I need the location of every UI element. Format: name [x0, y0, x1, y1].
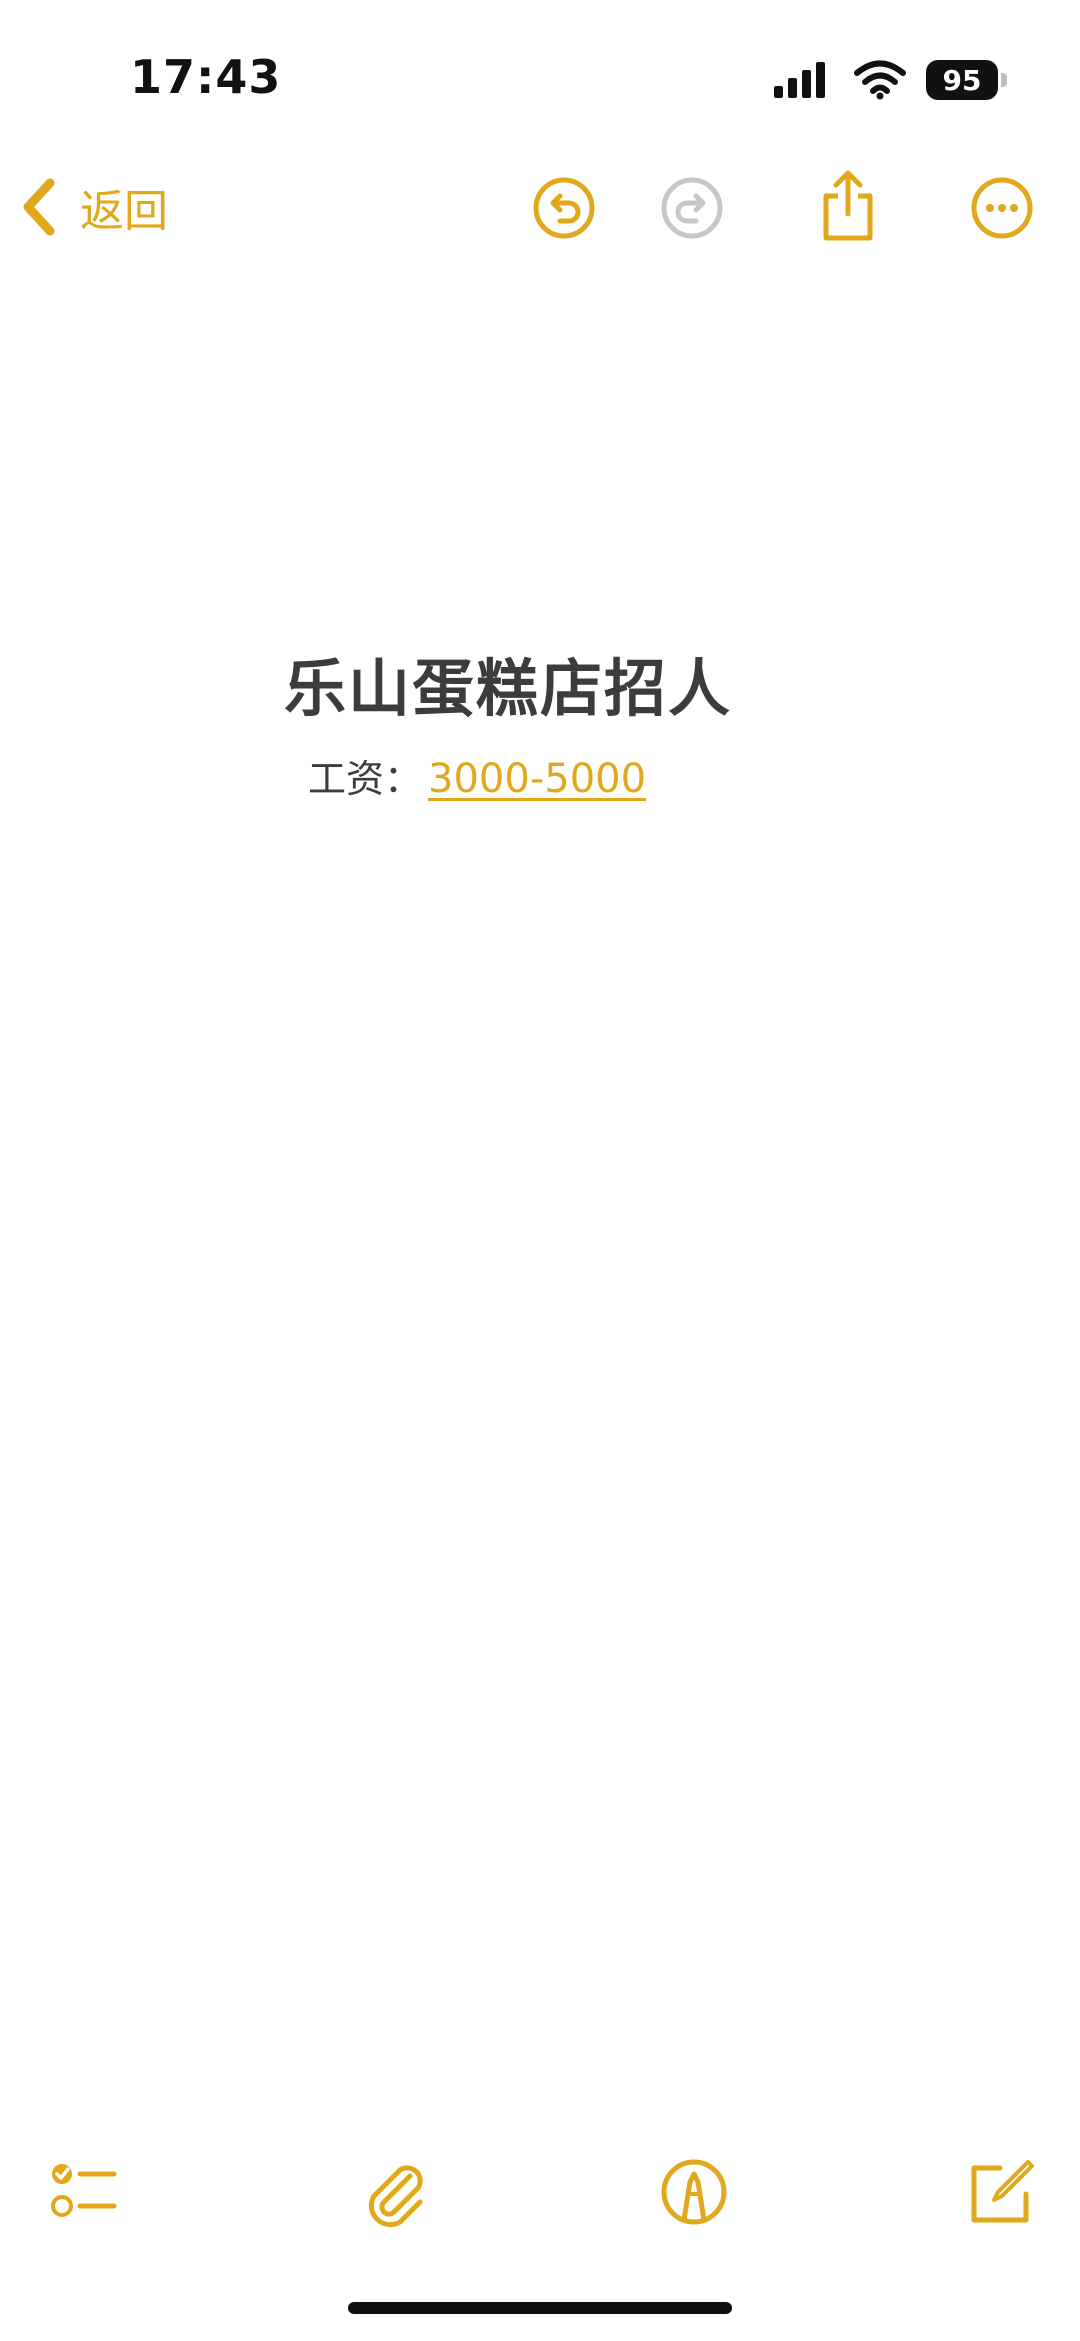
- redo-icon: [661, 177, 723, 239]
- battery-cap: [1001, 73, 1007, 87]
- compose-icon: [971, 2160, 1034, 2223]
- share-button[interactable]: [816, 168, 880, 242]
- battery-level: 95: [942, 63, 982, 97]
- back-label: 返回: [80, 186, 168, 237]
- signal-icon: [774, 62, 825, 98]
- compose-button[interactable]: [964, 2156, 1036, 2228]
- home-indicator[interactable]: [348, 2302, 732, 2314]
- share-icon: [823, 170, 873, 241]
- markup-button[interactable]: [658, 2156, 730, 2228]
- more-button[interactable]: [970, 176, 1034, 240]
- chevron-left-icon: [23, 178, 55, 236]
- salary-line[interactable]: 工资： 3000-5000: [308, 748, 646, 803]
- markup-icon: [661, 2159, 727, 2225]
- checklist-icon: [51, 2164, 117, 2217]
- paperclip-icon: [368, 2165, 423, 2228]
- more-icon: [971, 177, 1033, 239]
- attach-button[interactable]: [358, 2156, 430, 2228]
- salary-label: 工资：: [308, 757, 423, 801]
- battery-icon: 95: [926, 60, 998, 100]
- redo-button[interactable]: [660, 176, 724, 240]
- undo-button[interactable]: [532, 176, 596, 240]
- status-icons: 95: [772, 56, 1007, 104]
- note-title[interactable]: 乐山蛋糕店招人: [0, 638, 1016, 728]
- back-button[interactable]: 返回: [20, 172, 168, 242]
- status-time: 17:43: [130, 50, 282, 104]
- checklist-button[interactable]: [48, 2156, 120, 2228]
- salary-value-link[interactable]: 3000-5000: [428, 756, 646, 802]
- wifi-icon: [854, 60, 906, 100]
- undo-icon: [533, 177, 595, 239]
